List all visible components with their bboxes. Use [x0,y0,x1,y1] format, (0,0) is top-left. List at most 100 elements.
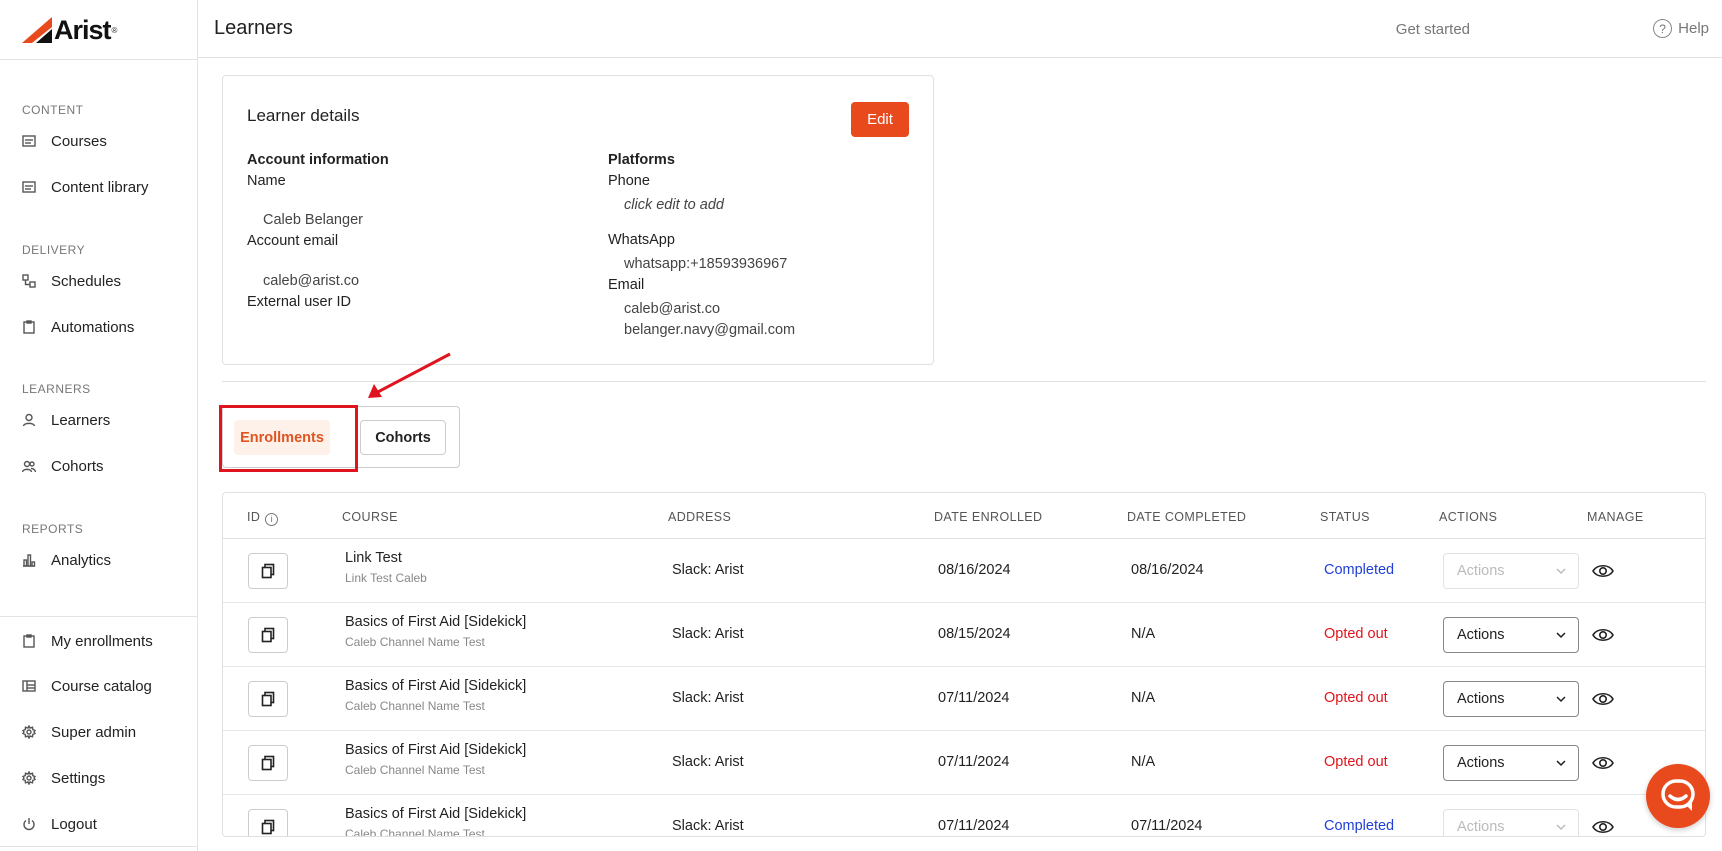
course-name: Basics of First Aid [Sidekick] [345,614,527,630]
sidebar-divider [0,59,198,60]
schedules-icon [22,274,36,288]
sidebar-item-label: Content library [51,178,149,196]
eye-icon[interactable] [1592,689,1614,709]
sidebar-item-label: Logout [51,815,97,833]
eye-icon[interactable] [1592,753,1614,773]
copy-id-button[interactable] [248,681,288,717]
annotation-highlight-box [219,405,358,472]
column-header-label: ID [247,510,261,524]
status-badge: Opted out [1324,690,1388,706]
date-enrolled-cell: 07/11/2024 [938,754,1010,770]
date-completed-cell: N/A [1131,690,1156,706]
sidebar-item-label: Settings [51,769,106,787]
sidebar-item-super-admin[interactable]: Super admin [22,719,136,745]
copy-id-button[interactable] [248,809,288,836]
phone-label: Phone [608,173,650,189]
name-value: Caleb Belanger [263,212,363,228]
library-icon [22,180,36,194]
section-label-delivery: DELIVERY [22,243,86,257]
table-row: Basics of First Aid [Sidekick] Caleb Cha… [223,731,1705,795]
logo-reg: ® [111,25,118,35]
sidebar-item-course-catalog[interactable]: Course catalog [22,673,152,699]
whatsapp-value: whatsapp:+18593936967 [624,256,788,272]
learner-details-card: Learner details Edit Account information… [222,75,934,365]
course-subtitle: Caleb Channel Name Test [345,699,485,713]
chevron-down-icon [1556,696,1566,703]
enrollments-table: ID i COURSE ADDRESS DATE ENROLLED DATE CO… [222,492,1706,837]
gear-icon [22,771,36,785]
copy-id-button[interactable] [248,553,288,589]
chevron-down-icon [1556,568,1566,575]
sidebar-item-content-library[interactable]: Content library [22,174,149,200]
column-header-id: ID i [247,510,279,526]
date-enrolled-cell: 08/16/2024 [938,562,1011,578]
actions-dropdown[interactable]: Actions [1443,745,1579,781]
course-name: Basics of First Aid [Sidekick] [345,742,527,758]
annotation-arrow-icon [368,352,451,398]
actions-label: Actions [1457,627,1505,643]
status-badge: Opted out [1324,626,1388,642]
help-link[interactable]: ? Help [1653,19,1709,38]
users-icon [22,459,36,473]
info-icon[interactable]: i [265,512,279,526]
date-completed-cell: 08/16/2024 [1131,562,1204,578]
clipboard-icon [22,634,36,648]
email2-value: belanger.navy@gmail.com [624,322,796,338]
actions-dropdown[interactable]: Actions [1443,617,1579,653]
date-enrolled-cell: 08/15/2024 [938,626,1011,642]
eye-icon[interactable] [1592,561,1614,581]
sidebar-item-my-enrollments[interactable]: My enrollments [22,628,153,654]
logo[interactable]: Arist ® [22,14,117,46]
copy-id-button[interactable] [248,745,288,781]
actions-label: Actions [1457,819,1505,835]
sidebar-item-settings[interactable]: Settings [22,765,105,791]
email2-label: Email [608,277,645,293]
phone-value: click edit to add [624,197,724,213]
chat-icon [1661,779,1695,811]
eye-icon[interactable] [1592,817,1614,837]
eye-icon[interactable] [1592,625,1614,645]
tab-cohorts[interactable]: Cohorts [360,420,446,455]
actions-dropdown[interactable]: Actions [1443,809,1579,836]
chevron-down-icon [1556,760,1566,767]
get-started-link[interactable]: Get started [1396,21,1470,38]
table-row: Basics of First Aid [Sidekick] Caleb Cha… [223,795,1705,837]
sidebar-item-label: Course catalog [51,677,152,695]
sidebar-item-schedules[interactable]: Schedules [22,268,121,294]
user-icon [22,413,36,427]
power-icon [22,817,36,831]
column-header-actions: ACTIONS [1439,510,1498,524]
chat-button[interactable] [1646,764,1710,828]
address-cell: Slack: Arist [672,690,744,706]
automations-icon [22,320,36,334]
actions-dropdown[interactable]: Actions [1443,553,1579,589]
sidebar-item-analytics[interactable]: Analytics [22,547,111,573]
sidebar-item-logout[interactable]: Logout [22,811,97,837]
address-cell: Slack: Arist [672,562,744,578]
sidebar-item-label: Courses [51,132,107,150]
email-label: Account email [247,233,339,249]
column-header-date-enrolled: DATE ENROLLED [934,510,1043,524]
edit-button[interactable]: Edit [851,102,909,137]
whatsapp-label: WhatsApp [608,232,675,248]
sidebar-item-label: Cohorts [51,457,104,475]
actions-dropdown[interactable]: Actions [1443,681,1579,717]
course-subtitle: Caleb Channel Name Test [345,635,485,649]
section-label-reports: REPORTS [22,522,84,536]
sidebar-item-label: Learners [51,411,111,429]
sidebar-item-automations[interactable]: Automations [22,314,134,340]
copy-icon [261,691,275,707]
date-enrolled-cell: 07/11/2024 [938,690,1010,706]
help-label: Help [1678,20,1709,37]
logo-mark-icon [22,17,52,43]
sidebar-item-courses[interactable]: Courses [22,128,107,154]
sidebar-item-cohorts[interactable]: Cohorts [22,453,104,479]
page-header: Learners Get started ? Help [198,0,1722,58]
card-title: Learner details [247,106,360,125]
sidebar-item-learners[interactable]: Learners [22,407,110,433]
chart-icon [22,553,36,567]
external-id-label: External user ID [247,294,351,310]
copy-id-button[interactable] [248,617,288,653]
help-icon: ? [1653,19,1673,38]
sidebar-divider [0,616,198,617]
